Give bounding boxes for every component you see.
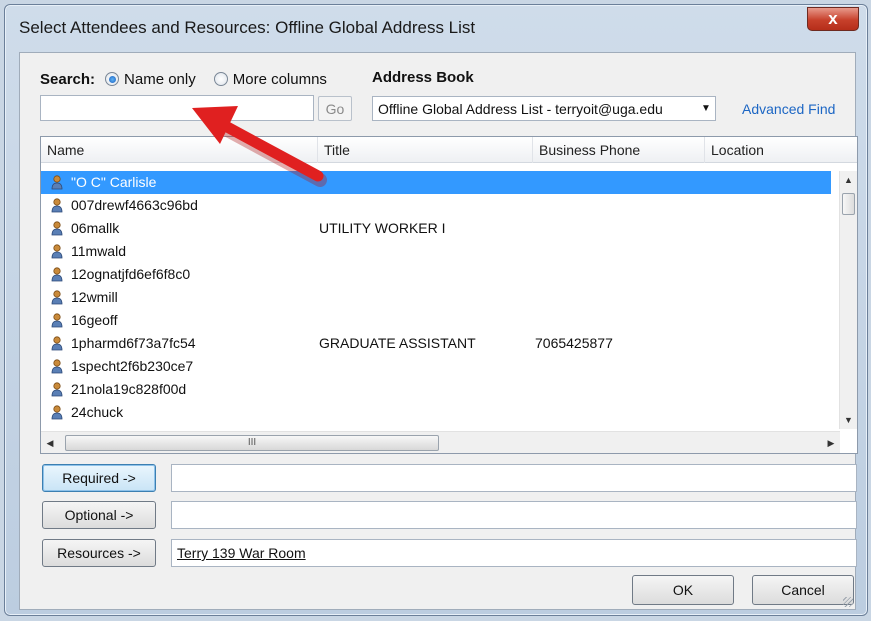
list-item[interactable]: 16geoff	[41, 309, 831, 332]
row-name: 11mwald	[71, 243, 126, 259]
dialog-client: Search: Name only More columns Address B…	[19, 52, 858, 610]
dropdown-arrow-icon: ▼	[701, 103, 711, 114]
row-name: 1specht2f6b230ce7	[71, 358, 194, 374]
row-name: 06mallk	[71, 220, 120, 236]
search-label: Search:	[40, 70, 96, 88]
row-name: 21nola19c828f00d	[71, 381, 187, 397]
vertical-scroll-thumb[interactable]	[842, 193, 855, 215]
person-icon	[51, 198, 63, 213]
list-item[interactable]: 11mwald	[41, 240, 831, 263]
row-name: 12ognatjfd6ef6f8c0	[71, 266, 191, 282]
ok-button[interactable]: OK	[632, 575, 734, 605]
address-book-selected: Offline Global Address List - terryoit@u…	[378, 100, 663, 117]
row-phone: 7065425877	[535, 335, 613, 351]
list-item[interactable]: "O C" Carlisle	[41, 171, 831, 194]
row-name: 1pharmd6f73a7fc54	[71, 335, 196, 351]
row-title: UTILITY WORKER I	[319, 220, 446, 236]
close-button[interactable]: x	[807, 7, 859, 31]
address-book-label: Address Book	[372, 69, 474, 86]
list-item[interactable]: 12ognatjfd6ef6f8c0	[41, 263, 831, 286]
optional-field[interactable]	[171, 501, 857, 529]
person-icon	[51, 221, 63, 236]
row-name: 007drewf4663c96bd	[71, 197, 198, 213]
list-item[interactable]: 06mallk UTILITY WORKER I	[41, 217, 831, 240]
horizontal-scrollbar[interactable]: ◀ III ▶	[41, 431, 840, 453]
list-item[interactable]: 12wmill	[41, 286, 831, 309]
scroll-left-icon[interactable]: ◀	[41, 432, 59, 454]
list-item[interactable]: 1specht2f6b230ce7	[41, 355, 831, 378]
list-rows: "O C" Carlisle 007drewf4663c96bd 06mallk UT…	[41, 171, 831, 429]
required-field[interactable]	[171, 464, 857, 492]
person-icon	[51, 267, 63, 282]
address-list: Name Title Business Phone Location "O C"…	[40, 136, 858, 454]
row-title: GRADUATE ASSISTANT	[319, 335, 476, 351]
scroll-right-icon[interactable]: ▶	[822, 432, 840, 454]
person-icon	[51, 313, 63, 328]
person-icon	[51, 336, 63, 351]
column-header-location[interactable]: Location	[705, 137, 859, 163]
advanced-find-link[interactable]: Advanced Find	[742, 101, 835, 117]
resource-entry[interactable]: Terry 139 War Room	[177, 545, 306, 561]
scroll-up-icon[interactable]: ▲	[840, 171, 857, 189]
title-bar[interactable]: Select Attendees and Resources: Offline …	[5, 5, 867, 51]
cancel-button[interactable]: Cancel	[752, 575, 854, 605]
person-icon	[51, 175, 63, 190]
person-icon	[51, 244, 63, 259]
person-icon	[51, 382, 63, 397]
resources-button[interactable]: Resources ->	[42, 539, 156, 567]
address-book-select[interactable]: Offline Global Address List - terryoit@u…	[372, 96, 716, 121]
radio-more-columns[interactable]	[213, 72, 228, 86]
person-icon	[51, 359, 63, 374]
scroll-down-icon[interactable]: ▼	[840, 411, 857, 429]
horizontal-scroll-thumb[interactable]: III	[65, 435, 439, 451]
row-name: 24chuck	[71, 404, 124, 420]
row-name: "O C" Carlisle	[71, 174, 157, 190]
radio-more-columns-label[interactable]: More columns	[233, 71, 327, 88]
list-item[interactable]: 24chuck	[41, 401, 831, 424]
annotation-arrow-icon	[192, 106, 327, 187]
person-icon	[51, 290, 63, 305]
list-item[interactable]: 21nola19c828f00d	[41, 378, 831, 401]
resize-grip-icon[interactable]	[843, 597, 853, 607]
list-header: Name Title Business Phone Location	[41, 137, 857, 163]
column-header-title[interactable]: Title	[318, 137, 533, 163]
radio-name-only-label[interactable]: Name only	[124, 71, 196, 88]
required-button[interactable]: Required ->	[42, 464, 156, 492]
dialog-window: Select Attendees and Resources: Offline …	[4, 4, 868, 616]
window-title: Select Attendees and Resources: Offline …	[19, 18, 476, 37]
optional-button[interactable]: Optional ->	[42, 501, 156, 529]
list-item[interactable]: 1pharmd6f73a7fc54 GRADUATE ASSISTANT 70654…	[41, 332, 831, 355]
vertical-scrollbar[interactable]: ▲ ▼	[839, 171, 857, 429]
row-name: 16geoff	[71, 312, 118, 328]
search-options: Search: Name only More columns	[40, 69, 345, 89]
row-name: 12wmill	[71, 289, 118, 305]
radio-name-only[interactable]	[105, 72, 120, 86]
list-item[interactable]: 007drewf4663c96bd	[41, 194, 831, 217]
resources-field[interactable]: Terry 139 War Room	[171, 539, 857, 567]
column-header-business-phone[interactable]: Business Phone	[533, 137, 705, 163]
person-icon	[51, 405, 63, 420]
